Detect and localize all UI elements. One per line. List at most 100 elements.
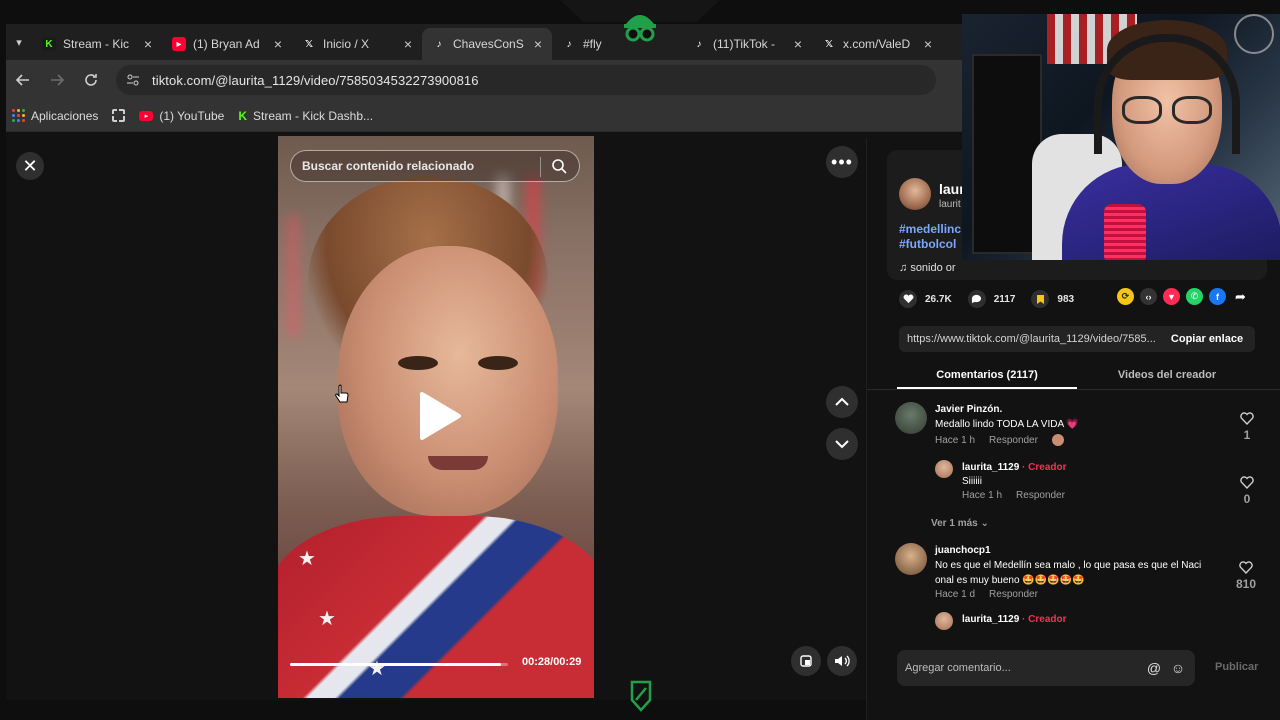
comment-text: Medallo lindo TODA LA VIDA 💗 xyxy=(935,419,1079,430)
tab-x-inicio[interactable]: 𝕏 Inicio / X × xyxy=(292,28,422,60)
emoji-icon[interactable]: ☺ xyxy=(1169,659,1187,677)
view-more-replies[interactable]: Ver 1 más ⌄ xyxy=(931,518,989,529)
reply-meta: Hace 1 h Responder xyxy=(962,490,1065,501)
embed-icon[interactable]: ‹› xyxy=(1140,288,1157,305)
reply-author-name[interactable]: laurita_1129 xyxy=(962,462,1019,473)
commenter-name[interactable]: juanchocp1 xyxy=(935,545,1231,556)
forward-button[interactable] xyxy=(40,63,74,97)
creator-badge: · Creador xyxy=(1022,462,1067,473)
play-icon[interactable] xyxy=(418,391,462,441)
hashtag-link[interactable]: #futbolcol xyxy=(899,237,961,252)
comment-text: No es que el Medellín sea malo , lo que … xyxy=(935,560,1202,586)
bookmark-icon xyxy=(1036,294,1044,304)
tab-close-icon[interactable]: × xyxy=(924,36,932,52)
like-count: 26.7K xyxy=(925,293,952,305)
creator-avatar[interactable] xyxy=(935,612,953,630)
comment-meta: Hace 1 d Responder xyxy=(935,589,1038,600)
tab-youtube[interactable]: ▸ (1) Bryan Ad × xyxy=(162,28,292,60)
commenter-avatar[interactable] xyxy=(895,402,927,434)
tab-comments[interactable]: Comentarios (2117) xyxy=(897,360,1077,389)
reply-link[interactable]: Responder xyxy=(1016,490,1065,501)
reload-icon xyxy=(85,74,97,86)
x-icon: 𝕏 xyxy=(824,38,834,50)
video-progress-bar[interactable] xyxy=(290,663,508,666)
browser-window: ▾ K Stream - Kic × ▸ (1) Bryan Ad × 𝕏 In… xyxy=(6,24,966,700)
close-video-button[interactable]: ✕ xyxy=(16,152,44,180)
share-buttons: ⟳ ‹› ▼ ✆ f ➦ xyxy=(1117,288,1249,305)
tab-bar: ▾ K Stream - Kic × ▸ (1) Bryan Ad × 𝕏 In… xyxy=(6,24,966,60)
bookmark-youtube[interactable]: ▸ (1) YouTube xyxy=(139,109,224,123)
copy-link-bar: https://www.tiktok.com/@laurita_1129/vid… xyxy=(899,326,1255,352)
chevron-up-icon xyxy=(835,397,849,406)
sound-link[interactable]: ♫ sonido or xyxy=(899,262,956,274)
youtube-icon: ▸ xyxy=(172,37,186,51)
tab-groups-icon xyxy=(112,109,126,122)
whatsapp-icon[interactable]: ✆ xyxy=(1186,288,1203,305)
bookmark-grid[interactable] xyxy=(112,109,126,122)
tab-close-icon[interactable]: × xyxy=(534,36,542,52)
more-options-button[interactable]: ••• xyxy=(826,146,858,178)
reload-button[interactable] xyxy=(74,63,108,97)
comment-reply: laurita_1129 · Creador xyxy=(935,612,1255,632)
mention-icon[interactable]: @ xyxy=(1145,659,1163,677)
bookmark-apps[interactable]: Aplicaciones xyxy=(12,109,98,123)
author-avatar[interactable] xyxy=(899,178,931,210)
engagement-stats: 26.7K 2117 983 xyxy=(899,288,1074,310)
send-icon[interactable]: ▼ xyxy=(1163,288,1180,305)
tiktok-icon: ♪ xyxy=(696,38,702,50)
tab-tiktok-11[interactable]: ♪ (11)TikTok - × xyxy=(682,28,812,60)
copy-link-button[interactable]: Copiar enlace xyxy=(1159,333,1255,345)
reply-link[interactable]: Responder xyxy=(989,589,1038,600)
volume-button[interactable] xyxy=(827,646,857,676)
facebook-icon[interactable]: f xyxy=(1209,288,1226,305)
previous-video-button[interactable] xyxy=(826,386,858,418)
author-name[interactable]: laur xyxy=(939,181,965,197)
comment-list: Javier Pinzón. Medallo lindo TODA LA VID… xyxy=(867,400,1280,632)
comment-input[interactable]: Agregar comentario... @ ☺ xyxy=(897,650,1195,686)
bookmark-kick[interactable]: K Stream - Kick Dashb... xyxy=(238,109,373,123)
reply-author-name[interactable]: laurita_1129 xyxy=(962,614,1019,625)
reply-like[interactable]: 0 xyxy=(1235,476,1259,506)
tab-close-icon[interactable]: × xyxy=(404,36,412,52)
tab-tiktok-fly[interactable]: ♪ #fly xyxy=(552,28,682,60)
volume-icon xyxy=(835,655,850,667)
like-button[interactable] xyxy=(899,290,917,308)
save-button[interactable] xyxy=(1031,290,1050,308)
webcam-glasses xyxy=(1172,96,1212,124)
x-icon: 𝕏 xyxy=(304,38,314,50)
repost-icon[interactable]: ⟳ xyxy=(1117,288,1134,305)
creator-avatar[interactable] xyxy=(935,460,953,478)
reply-link[interactable]: Responder xyxy=(989,435,1038,446)
tab-close-icon[interactable]: × xyxy=(144,36,152,52)
reply-text: Siiiiii xyxy=(962,476,982,487)
browser-toolbar: tiktok.com/@laurita_1129/video/758503453… xyxy=(6,60,966,100)
address-bar[interactable]: tiktok.com/@laurita_1129/video/758503453… xyxy=(116,65,936,95)
video-player[interactable]: ★ ★ ★ Buscar contenido relacionado 00:28… xyxy=(278,136,594,698)
search-icon[interactable] xyxy=(551,158,567,174)
tab-close-icon[interactable]: × xyxy=(274,36,282,52)
site-settings-icon[interactable] xyxy=(126,73,140,87)
tab-tiktok-active[interactable]: ♪ ChavesConS × xyxy=(422,28,552,60)
arrow-left-icon xyxy=(16,74,29,86)
share-arrow-icon[interactable]: ➦ xyxy=(1232,288,1249,305)
comment-like[interactable]: 1 xyxy=(1235,412,1259,442)
arrow-right-icon xyxy=(51,74,64,86)
related-search-input[interactable]: Buscar contenido relacionado xyxy=(290,150,580,182)
comment-button[interactable] xyxy=(967,290,986,308)
tab-creator-videos[interactable]: Videos del creador xyxy=(1077,360,1257,389)
floating-player-button[interactable] xyxy=(791,646,821,676)
tab-kick-stream[interactable]: K Stream - Kic × xyxy=(32,28,162,60)
comment-icon xyxy=(972,294,982,304)
publish-button[interactable]: Publicar xyxy=(1215,661,1258,673)
tab-x-valed[interactable]: 𝕏 x.com/ValeD × xyxy=(812,28,942,60)
background-light xyxy=(288,216,298,336)
comment-like[interactable]: 810 xyxy=(1231,561,1261,591)
back-button[interactable] xyxy=(6,63,40,97)
tab-search-dropdown[interactable]: ▾ xyxy=(6,24,32,60)
next-video-button[interactable] xyxy=(826,428,858,460)
commenter-avatar[interactable] xyxy=(895,543,927,575)
tab-close-icon[interactable]: × xyxy=(794,36,802,52)
video-subject-mouth xyxy=(428,456,488,470)
hashtag-link[interactable]: #medellinc xyxy=(899,222,961,237)
commenter-name[interactable]: Javier Pinzón. xyxy=(935,404,1235,415)
